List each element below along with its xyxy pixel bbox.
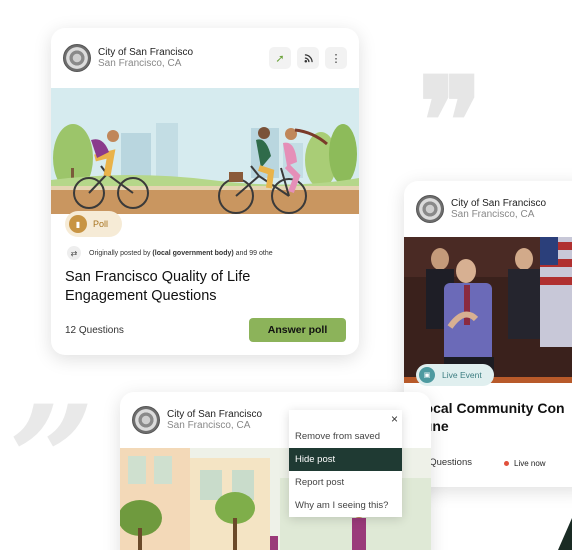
poll-badge: ▮ Poll xyxy=(65,211,123,237)
corner-decoration xyxy=(558,518,572,550)
org-name[interactable]: City of San Francisco xyxy=(167,409,262,420)
repost-icon: ⇄ xyxy=(67,246,81,260)
question-count: 12 Questions xyxy=(65,325,124,336)
event-photo xyxy=(404,237,572,383)
poll-badge-label: Poll xyxy=(93,219,109,229)
live-status: Live now xyxy=(504,459,546,468)
live-status-label: Live now xyxy=(514,459,546,468)
repost-author[interactable]: (local government body) xyxy=(152,250,233,257)
poll-card[interactable]: City of San Francisco San Francisco, CA … xyxy=(51,28,359,355)
event-title[interactable]: Local Community Con June xyxy=(416,399,572,435)
rss-button[interactable] xyxy=(297,47,319,69)
org-info: City of San Francisco San Francisco, CA xyxy=(167,409,262,431)
org-location: San Francisco, CA xyxy=(167,420,251,431)
city-seal-avatar[interactable] xyxy=(416,195,444,223)
city-seal-avatar[interactable] xyxy=(132,406,160,434)
answer-poll-button[interactable]: Answer poll xyxy=(249,318,346,342)
repost-attribution: ⇄ Originally posted by (local government… xyxy=(67,246,273,260)
poll-illustration xyxy=(51,88,359,214)
event-title-line1: Local Community Con xyxy=(416,400,565,416)
menu-item-hide-post[interactable]: Hide post xyxy=(289,448,402,471)
menu-item-report-post[interactable]: Report post xyxy=(289,471,402,494)
post-options-menu: × Remove from saved Hide post Report pos… xyxy=(289,410,402,517)
live-event-label: Live Event xyxy=(442,370,482,380)
quote-mark-top: ❞ xyxy=(418,51,483,192)
repost-text: Originally posted by (local government b… xyxy=(89,250,273,257)
org-info: City of San Francisco San Francisco, CA xyxy=(451,198,546,220)
repost-prefix: Originally posted by xyxy=(89,249,153,257)
more-button[interactable]: ⋮ xyxy=(325,47,347,69)
menu-item-why-seeing-this[interactable]: Why am I seeing this? xyxy=(289,494,402,517)
org-info: City of San Francisco San Francisco, CA xyxy=(98,47,193,69)
live-indicator-icon xyxy=(504,461,509,466)
poll-icon: ▮ xyxy=(69,215,87,233)
repost-suffix: and 99 othe xyxy=(233,249,273,257)
org-name[interactable]: City of San Francisco xyxy=(98,47,193,58)
share-icon: ➚ xyxy=(275,52,285,65)
card-header: City of San Francisco San Francisco, CA … xyxy=(51,28,359,88)
org-location: San Francisco, CA xyxy=(451,209,535,220)
rss-icon xyxy=(304,53,313,62)
org-name[interactable]: City of San Francisco xyxy=(451,198,546,209)
city-seal-avatar[interactable] xyxy=(63,44,91,72)
close-icon[interactable]: × xyxy=(391,412,398,426)
more-vertical-icon: ⋮ xyxy=(330,52,342,65)
poll-title[interactable]: San Francisco Quality of Life Engagement… xyxy=(65,268,335,306)
live-event-badge: ▣ Live Event xyxy=(416,364,494,386)
menu-item-remove-from-saved[interactable]: Remove from saved xyxy=(289,425,402,448)
share-button[interactable]: ➚ xyxy=(269,47,291,69)
camera-icon: ▣ xyxy=(419,367,435,383)
org-location: San Francisco, CA xyxy=(98,58,182,69)
card-header: City of San Francisco San Francisco, CA xyxy=(404,181,572,237)
header-actions: ➚ ⋮ xyxy=(269,47,347,69)
menu-card[interactable]: City of San Francisco San Francisco, CA … xyxy=(120,392,431,550)
